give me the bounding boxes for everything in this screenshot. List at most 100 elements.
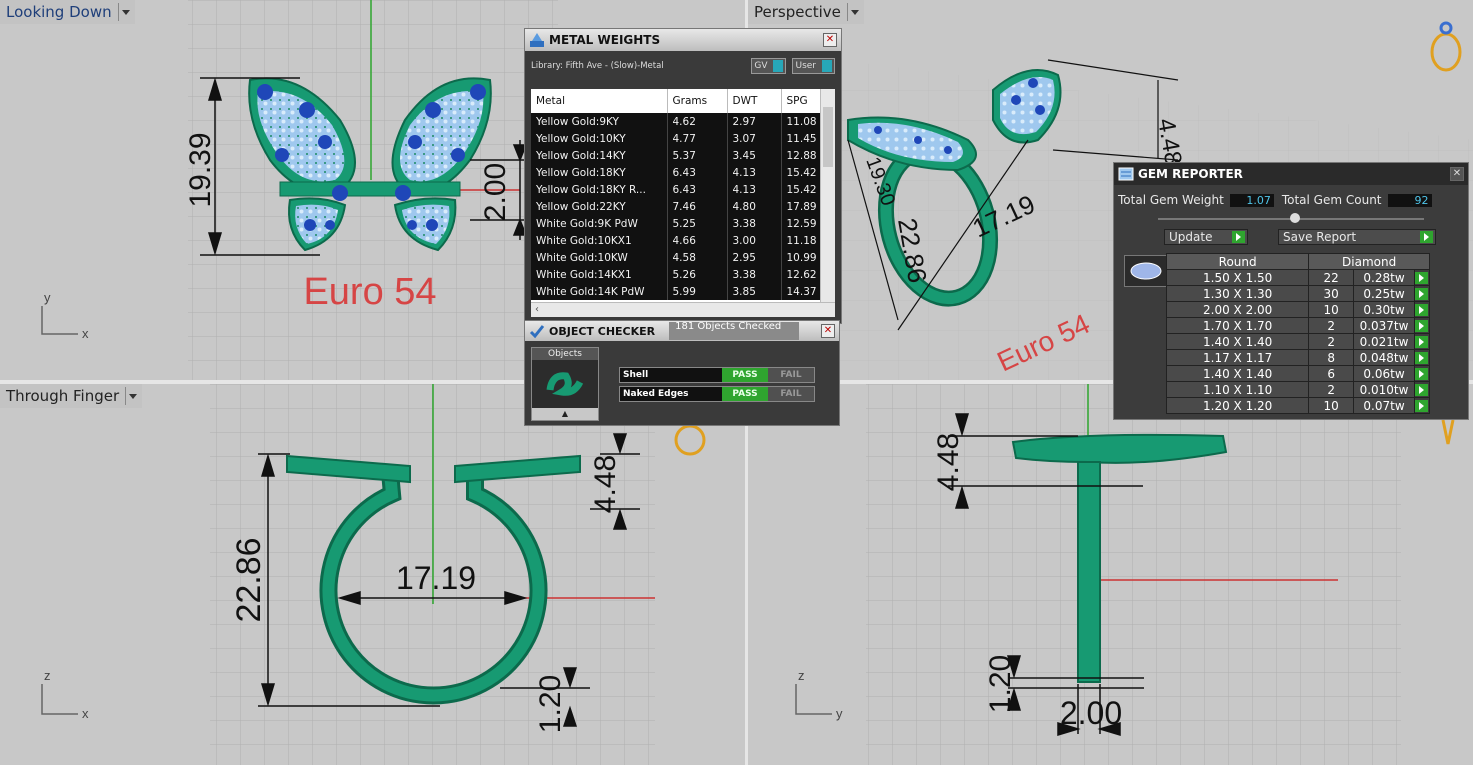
table-row[interactable]: Yellow Gold:9KY 4.62 2.97 11.08 — [531, 113, 822, 130]
user-toggle[interactable]: User — [792, 58, 835, 74]
gem-report-icon — [1114, 163, 1138, 185]
table-cell: 4.66 — [667, 232, 728, 249]
metal-table-wrap[interactable]: Metal Grams DWT SPG Yellow Gold:9KY 4.62 2… — [531, 89, 835, 317]
fail-indicator: FAIL — [768, 387, 814, 401]
column-header[interactable]: SPG — [781, 89, 822, 113]
row-play-button[interactable] — [1413, 269, 1431, 286]
gem-count-cell: 2 — [1308, 381, 1355, 398]
table-row[interactable]: Yellow Gold:22KY 7.46 4.80 17.89 — [531, 198, 822, 215]
gem-weight-cell: 0.30tw — [1353, 301, 1415, 318]
table-cell: 7.46 — [667, 198, 728, 215]
table-row[interactable]: 1.30 X 1.30 30 0.25tw — [1165, 285, 1431, 302]
table-row[interactable]: 1.70 X 1.70 2 0.037tw — [1165, 317, 1431, 334]
table-cell: 12.62 — [781, 266, 822, 283]
horizontal-scrollbar[interactable]: ‹ — [531, 302, 835, 317]
row-play-button[interactable] — [1413, 333, 1431, 350]
table-row[interactable]: 1.50 X 1.50 22 0.28tw — [1165, 269, 1431, 286]
table-row[interactable]: Yellow Gold:10KY 4.77 3.07 11.45 — [531, 130, 822, 147]
total-gem-count-value: 92 — [1387, 193, 1432, 207]
table-cell: 14.37 — [781, 283, 822, 300]
row-play-button[interactable] — [1413, 317, 1431, 334]
object-checker-titlebar[interactable]: OBJECT CHECKER 181 Objects Checked ✕ — [525, 321, 839, 341]
gem-reporter-titlebar[interactable]: GEM REPORTER ✕ — [1114, 163, 1468, 185]
viewport-menu-arrow-icon[interactable] — [846, 3, 860, 21]
gem-count-cell: 2 — [1308, 333, 1355, 350]
dimension-label: 2.00 — [479, 163, 512, 221]
total-gem-weight-label: Total Gem Weight — [1118, 193, 1224, 207]
table-row[interactable]: 1.20 X 1.20 10 0.07tw — [1165, 397, 1431, 414]
close-icon[interactable]: ✕ — [823, 33, 837, 47]
table-row[interactable]: 1.40 X 1.40 6 0.06tw — [1165, 365, 1431, 382]
row-play-button[interactable] — [1413, 365, 1431, 382]
table-cell: 4.58 — [667, 249, 728, 266]
viewport-menu-arrow-icon[interactable] — [125, 387, 138, 405]
table-row[interactable]: White Gold:10KX1 4.66 3.00 11.18 — [531, 232, 822, 249]
row-play-button[interactable] — [1413, 301, 1431, 318]
save-report-label: Save Report — [1283, 230, 1357, 244]
table-cell: 15.42 — [781, 164, 822, 181]
row-play-button[interactable] — [1413, 285, 1431, 302]
gem-slider[interactable] — [1118, 213, 1464, 225]
pass-indicator: PASS — [722, 387, 768, 401]
object-checker-panel: OBJECT CHECKER 181 Objects Checked ✕ Obj… — [524, 320, 840, 426]
table-row[interactable]: White Gold:14K PdW 5.99 3.85 14.37 — [531, 283, 822, 300]
table-row[interactable]: White Gold:9K PdW 5.25 3.38 12.59 — [531, 215, 822, 232]
table-cell: 2.95 — [727, 249, 782, 266]
gem-table: Round Diamond 1.50 X 1.50 22 0.28tw 1.30 X … — [1165, 253, 1431, 414]
gv-toggle[interactable]: GV — [751, 58, 787, 74]
save-report-button[interactable]: Save Report — [1278, 229, 1436, 245]
update-button[interactable]: Update — [1164, 229, 1248, 245]
table-row[interactable]: 1.17 X 1.17 8 0.048tw — [1165, 349, 1431, 366]
table-cell: White Gold:9K PdW — [531, 215, 668, 232]
viewport-label[interactable]: Looking Down — [0, 0, 135, 24]
row-play-button[interactable] — [1413, 381, 1431, 398]
table-row[interactable]: 1.10 X 1.10 2 0.010tw — [1165, 381, 1431, 398]
row-play-button[interactable] — [1413, 397, 1431, 414]
table-row[interactable]: Yellow Gold:18KY R... 6.43 4.13 15.42 — [531, 181, 822, 198]
column-header[interactable]: DWT — [727, 89, 782, 113]
close-icon[interactable]: ✕ — [1450, 167, 1464, 181]
table-row[interactable]: White Gold:14KX1 5.26 3.38 12.62 — [531, 266, 822, 283]
user-toggle-label: User — [795, 61, 816, 71]
play-icon — [1415, 352, 1429, 364]
objects-box[interactable]: Objects ▲ — [531, 347, 599, 421]
table-row[interactable]: 1.40 X 1.40 2 0.021tw — [1165, 333, 1431, 350]
expand-button[interactable]: ▲ — [532, 408, 598, 420]
table-row[interactable]: 2.00 X 2.00 10 0.30tw — [1165, 301, 1431, 318]
row-play-button[interactable] — [1413, 349, 1431, 366]
gem-weight-cell: 0.06tw — [1353, 365, 1415, 382]
gem-count-cell: 6 — [1308, 365, 1355, 382]
gem-count-cell: 8 — [1308, 349, 1355, 366]
table-row[interactable]: Yellow Gold:18KY 6.43 4.13 15.42 — [531, 164, 822, 181]
gem-weight-cell: 0.07tw — [1353, 397, 1415, 414]
viewport-through-finger[interactable]: Through Finger 4.48 22.86 17.19 1.20 z x — [0, 384, 745, 765]
table-cell: White Gold:14KX1 — [531, 266, 668, 283]
table-cell: Yellow Gold:22KY — [531, 198, 668, 215]
gem-weight-cell: 0.010tw — [1353, 381, 1415, 398]
gem-reporter-panel: GEM REPORTER ✕ Total Gem Weight 1.07 Tot… — [1113, 162, 1469, 420]
table-row[interactable]: White Gold:10KW 4.58 2.95 10.99 — [531, 249, 822, 266]
table-cell: 17.89 — [781, 198, 822, 215]
viewport-label[interactable]: Through Finger — [0, 384, 143, 408]
viewport-title: Looking Down — [6, 3, 112, 21]
metal-weights-titlebar[interactable]: METAL WEIGHTS ✕ — [525, 29, 841, 51]
close-icon[interactable]: ✕ — [821, 324, 835, 338]
vertical-scrollbar[interactable] — [820, 89, 835, 303]
viewport-side[interactable]: 4.48 1.20 2.00 z y — [748, 384, 1473, 765]
table-row[interactable]: Yellow Gold:14KY 5.37 3.45 12.88 — [531, 147, 822, 164]
dimension-label: 4.48 — [932, 433, 965, 491]
gem-count-cell: 22 — [1308, 269, 1355, 286]
table-cell: White Gold:10KW — [531, 249, 668, 266]
update-label: Update — [1169, 230, 1213, 244]
ring-logo-icon — [1441, 419, 1455, 445]
scroll-left-arrow-icon[interactable]: ‹ — [535, 304, 539, 315]
table-cell: 3.45 — [727, 147, 782, 164]
fail-indicator: FAIL — [768, 368, 814, 382]
gem-weight-cell: 0.28tw — [1353, 269, 1415, 286]
dimension-label: 22.86 — [230, 537, 268, 622]
viewport-label[interactable]: Perspective — [748, 0, 864, 24]
column-header[interactable]: Grams — [667, 89, 728, 113]
column-header[interactable]: Metal — [531, 89, 668, 113]
dimension-label: 2.00 — [1060, 695, 1122, 731]
viewport-menu-arrow-icon[interactable] — [117, 3, 131, 21]
